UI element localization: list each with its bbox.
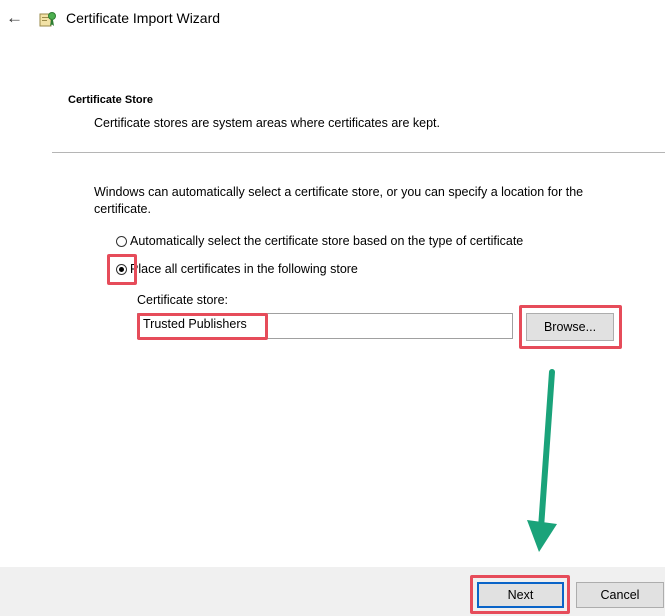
header-divider: [52, 152, 665, 153]
back-arrow-icon[interactable]: ←: [6, 8, 23, 28]
manual-store-radio[interactable]: [116, 263, 127, 275]
store-field-label: Certificate store:: [137, 293, 229, 307]
wizard-footer: [0, 567, 665, 616]
auto-select-option[interactable]: Automatically select the certificate sto…: [116, 234, 523, 248]
window-title: Certificate Import Wizard: [66, 10, 221, 26]
page-heading: Certificate Store: [68, 94, 153, 106]
browse-button[interactable]: Browse...: [526, 313, 614, 341]
page-description: Windows can automatically select a certi…: [94, 185, 584, 216]
cancel-button[interactable]: Cancel: [576, 582, 664, 608]
auto-select-label: Automatically select the certificate sto…: [130, 234, 524, 248]
page-subheading: Certificate stores are system areas wher…: [94, 116, 440, 130]
certificate-store-field[interactable]: Trusted Publishers: [137, 313, 513, 339]
manual-store-option[interactable]: Place all certificates in the following …: [116, 262, 358, 276]
auto-select-radio[interactable]: [116, 235, 127, 247]
title-bar: ← Certificate Import Wizard: [0, 0, 665, 44]
down-arrow-annotation-icon: [527, 369, 557, 552]
manual-store-label: Place all certificates in the following …: [130, 262, 358, 276]
next-button[interactable]: Next: [477, 582, 564, 608]
certificate-wizard-icon: [39, 12, 56, 27]
